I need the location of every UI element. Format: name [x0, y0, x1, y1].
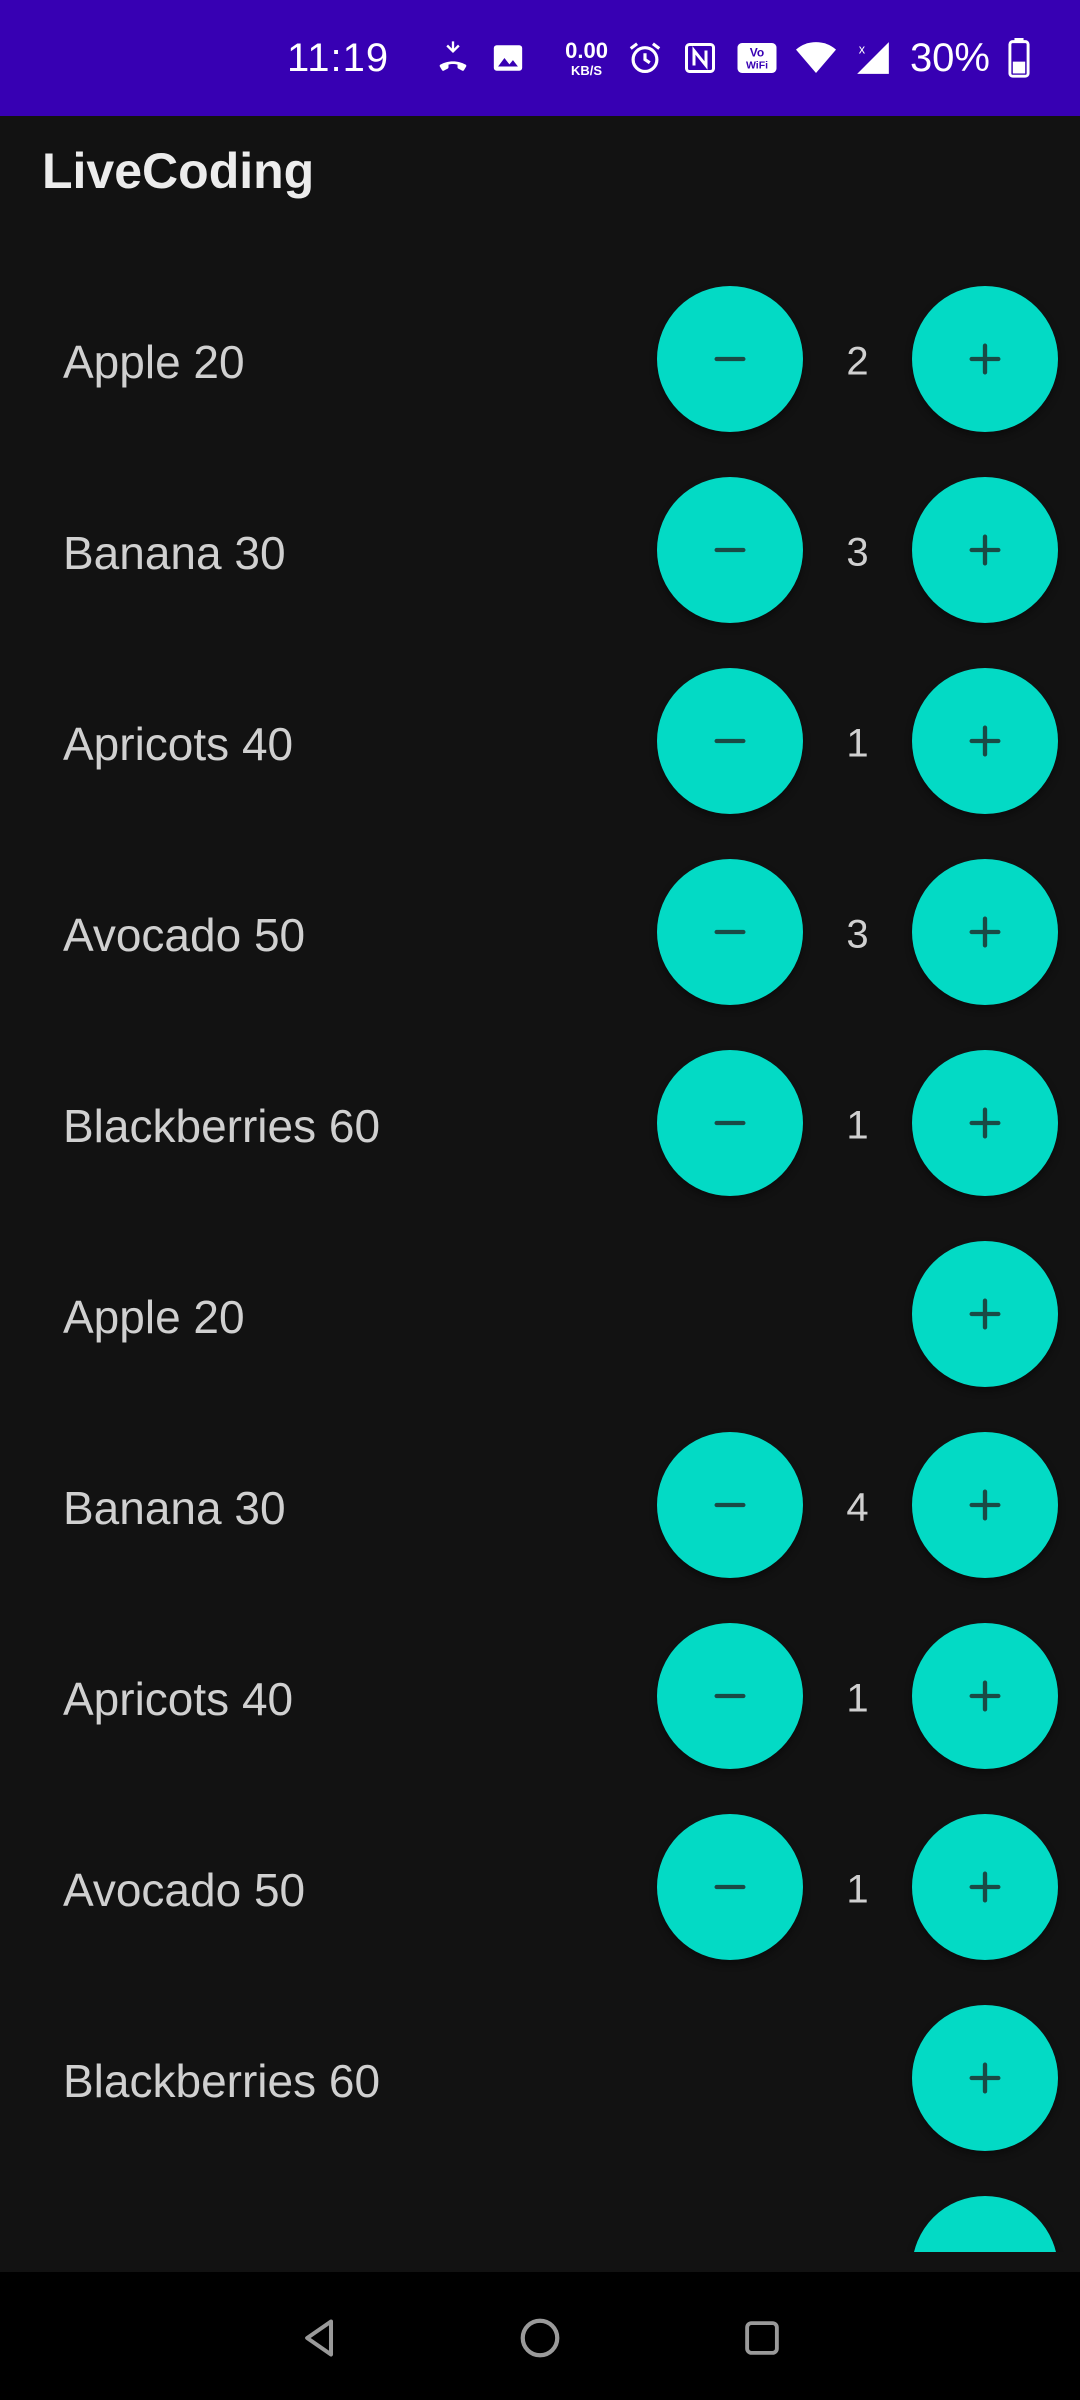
item-label: Apricots 40 [63, 717, 294, 770]
item-label: Banana 30 [63, 526, 286, 579]
minus-icon [714, 547, 746, 553]
item-label: Apple 20 [63, 2245, 245, 2253]
recents-icon[interactable] [734, 2310, 790, 2366]
nfc-icon [682, 36, 718, 80]
svg-text:x: x [859, 42, 866, 56]
app-bar: LiveCoding [0, 116, 1080, 266]
decrement-button[interactable] [657, 477, 803, 623]
minus-icon [714, 1693, 746, 1699]
list-item: Blackberries 60 1 [0, 1030, 1080, 1221]
minus-icon [714, 356, 746, 362]
decrement-button[interactable] [657, 1814, 803, 1960]
plus-icon [969, 725, 1001, 757]
screen: 11:19 0.00 KB/S Vo WiFi x 30% LiveCoding… [0, 0, 1080, 2400]
product-list[interactable]: Apple 20 2 Banana 30 3 Apricots 40 1 Avocado 5… [0, 266, 1080, 2252]
plus-icon [969, 1680, 1001, 1712]
minus-icon [714, 738, 746, 744]
increment-button[interactable] [912, 859, 1058, 1005]
increment-button[interactable] [912, 2196, 1058, 2252]
item-quantity: 4 [846, 1485, 869, 1529]
increment-button[interactable] [912, 2005, 1058, 2151]
navigation-bar [0, 2272, 1080, 2400]
plus-icon [969, 343, 1001, 375]
item-label: Blackberries 60 [63, 2054, 381, 2107]
decrement-button[interactable] [657, 1432, 803, 1578]
svg-text:WiFi: WiFi [746, 60, 768, 72]
status-time: 11:19 [286, 35, 390, 80]
plus-icon [965, 2249, 1005, 2252]
item-quantity: 1 [846, 1867, 869, 1911]
plus-icon [969, 1489, 1001, 1521]
image-icon [491, 36, 525, 80]
item-quantity: 3 [846, 912, 869, 956]
item-quantity: 2 [846, 339, 869, 383]
speed-unit: KB/S [570, 62, 603, 78]
battery-icon [1008, 36, 1030, 80]
minus-icon [714, 1502, 746, 1508]
plus-icon [969, 916, 1001, 948]
increment-button[interactable] [912, 1432, 1058, 1578]
plus-icon [969, 1871, 1001, 1903]
item-label: Avocado 50 [63, 1863, 306, 1916]
signal-icon: x [854, 36, 892, 80]
list-item: Apple 20 [0, 2176, 1080, 2252]
speed-value: 0.00 [565, 37, 608, 63]
svg-text:Vo: Vo [750, 46, 764, 60]
list-item: Banana 30 3 [0, 457, 1080, 648]
decrement-button[interactable] [657, 668, 803, 814]
plus-icon [969, 1298, 1001, 1330]
alarm-icon [626, 36, 664, 80]
item-quantity: 1 [846, 1676, 869, 1720]
list-item: Blackberries 60 [0, 1985, 1080, 2176]
increment-button[interactable] [912, 668, 1058, 814]
increment-button[interactable] [912, 477, 1058, 623]
item-quantity: 1 [846, 721, 869, 765]
item-label: Blackberries 60 [63, 1099, 381, 1152]
item-label: Apricots 40 [63, 1672, 294, 1725]
network-speed: 0.00 KB/S [565, 37, 608, 78]
call-icon [433, 36, 473, 80]
item-label: Apple 20 [63, 1290, 245, 1343]
decrement-button[interactable] [657, 859, 803, 1005]
item-label: Apple 20 [63, 335, 245, 388]
plus-icon [969, 2062, 1001, 2094]
increment-button[interactable] [912, 1050, 1058, 1196]
item-label: Avocado 50 [63, 908, 306, 961]
item-label: Banana 30 [63, 1481, 286, 1534]
decrement-button[interactable] [657, 1050, 803, 1196]
increment-button[interactable] [912, 1814, 1058, 1960]
minus-icon [714, 929, 746, 935]
list-item: Banana 30 4 [0, 1412, 1080, 1603]
decrement-button[interactable] [657, 1623, 803, 1769]
plus-icon [969, 1107, 1001, 1139]
increment-button[interactable] [912, 1623, 1058, 1769]
home-icon[interactable] [512, 2310, 568, 2366]
list-item: Avocado 50 1 [0, 1794, 1080, 1985]
plus-icon [969, 534, 1001, 566]
list-item: Apple 20 2 [0, 266, 1080, 457]
minus-icon [714, 1884, 746, 1890]
wifi-icon [795, 36, 836, 80]
decrement-button[interactable] [657, 286, 803, 432]
item-quantity: 3 [846, 530, 869, 574]
item-quantity: 1 [846, 1103, 869, 1147]
list-item: Apple 20 [0, 1221, 1080, 1412]
status-bar: 11:19 0.00 KB/S Vo WiFi x 30% [0, 0, 1080, 116]
minus-icon [714, 1120, 746, 1126]
list-item: Apricots 40 1 [0, 648, 1080, 839]
app-title: LiveCoding [42, 143, 315, 199]
vowifi-icon: Vo WiFi [736, 36, 778, 80]
increment-button[interactable] [912, 1241, 1058, 1387]
battery-percent: 30% [909, 35, 990, 80]
list-item: Apricots 40 1 [0, 1603, 1080, 1794]
increment-button[interactable] [912, 286, 1058, 432]
list-item: Avocado 50 3 [0, 839, 1080, 1030]
back-icon[interactable] [292, 2310, 348, 2366]
